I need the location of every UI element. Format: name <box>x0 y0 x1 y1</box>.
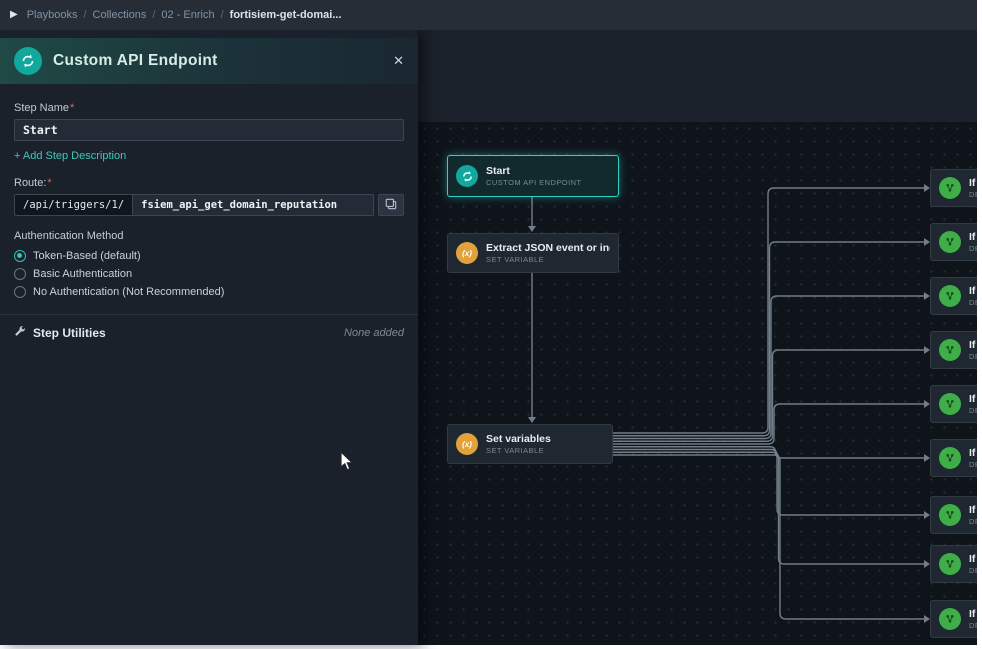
node-subtitle: DE <box>969 517 977 527</box>
node-subtitle: SET VARIABLE <box>486 446 551 456</box>
breadcrumb-link-collections[interactable]: Collections <box>93 9 147 21</box>
playbook-node-if-9[interactable]: IfDE <box>930 600 977 638</box>
node-subtitle: DE <box>969 406 977 416</box>
playbook-node-if-3[interactable]: IfDE <box>930 277 977 315</box>
breadcrumb-link-playbooks[interactable]: Playbooks <box>27 9 78 21</box>
node-subtitle: DE <box>969 190 977 200</box>
node-subtitle: DE <box>969 621 977 631</box>
step-utilities-label: Step Utilities <box>33 326 106 340</box>
playbook-play-icon: ▶ <box>10 10 18 20</box>
node-title: Set variables <box>486 433 551 446</box>
playbook-node-if-5[interactable]: IfDE <box>930 385 977 423</box>
node-title: If <box>969 553 977 566</box>
api-icon <box>456 165 478 187</box>
route-prefix: /api/triggers/1/ <box>15 195 133 215</box>
decision-icon <box>939 393 961 415</box>
step-name-label-text: Step Name <box>14 102 69 114</box>
route-input[interactable] <box>133 195 373 215</box>
variable-icon: (x) <box>456 242 478 264</box>
breadcrumb-link-02-enrich[interactable]: 02 - Enrich <box>161 9 214 21</box>
panel-title: Custom API Endpoint <box>53 52 218 70</box>
breadcrumb-separator: / <box>221 9 224 21</box>
node-title: Extract JSON event or inc... <box>486 242 610 255</box>
node-subtitle: CUSTOM API ENDPOINT <box>486 178 582 188</box>
breadcrumb-separator: / <box>152 9 155 21</box>
node-title: If <box>969 231 977 244</box>
playbook-node-if-8[interactable]: IfDE <box>930 545 977 583</box>
required-marker: * <box>70 102 74 114</box>
app-window: ▶ Playbooks / Collections / 02 - Enrich … <box>0 0 982 649</box>
close-icon[interactable]: ✕ <box>393 53 404 69</box>
radio-button[interactable] <box>14 250 26 262</box>
auth-option-label: Basic Authentication <box>33 268 132 280</box>
radio-button[interactable] <box>14 268 26 280</box>
decision-icon <box>939 608 961 630</box>
playbook-node-if-7[interactable]: IfDE <box>930 496 977 534</box>
panel-header: Custom API Endpoint ✕ <box>0 38 418 84</box>
playbook-node-if-6[interactable]: IfDE <box>930 439 977 477</box>
node-title: If <box>969 447 977 460</box>
add-step-description-link[interactable]: + Add Step Description <box>14 150 126 162</box>
node-subtitle: DE <box>969 298 977 308</box>
playbook-node-extract-json[interactable]: (x) Extract JSON event or inc...SET VARIA… <box>447 233 619 273</box>
playbook-node-if-1[interactable]: IfDE <box>930 169 977 207</box>
auth-option-label: No Authentication (Not Recommended) <box>33 286 224 298</box>
node-title: If <box>969 608 977 621</box>
node-subtitle: SET VARIABLE <box>486 255 610 265</box>
playbook-node-if-2[interactable]: IfDE <box>930 223 977 261</box>
node-subtitle: DE <box>969 460 977 470</box>
node-subtitle: DE <box>969 244 977 254</box>
connector-edges <box>418 30 977 645</box>
decision-icon <box>939 231 961 253</box>
node-title: If <box>969 339 977 352</box>
copy-icon <box>385 198 397 213</box>
playbook-node-if-4[interactable]: IfDE <box>930 331 977 369</box>
node-title: If <box>969 504 977 517</box>
route-row: /api/triggers/1/ <box>14 194 404 216</box>
route-label-text: Route: <box>14 177 46 189</box>
playbook-node-start[interactable]: StartCUSTOM API ENDPOINT <box>447 155 619 197</box>
auth-option-token-based[interactable]: Token-Based (default) <box>14 250 404 262</box>
step-name-label: Step Name* <box>14 102 404 114</box>
node-title: If <box>969 393 977 406</box>
node-subtitle: DE <box>969 566 977 576</box>
required-marker: * <box>47 177 51 189</box>
panel-body: Step Name* + Add Step Description Route:… <box>0 84 418 350</box>
route-label: Route:* <box>14 177 404 189</box>
auth-option-label: Token-Based (default) <box>33 250 141 262</box>
api-endpoint-icon <box>14 47 42 75</box>
playbook-canvas[interactable]: StartCUSTOM API ENDPOINT (x) Extract JSON … <box>418 30 977 645</box>
auth-method-label: Authentication Method <box>14 230 404 242</box>
breadcrumb: Playbooks / Collections / 02 - Enrich / … <box>27 9 342 21</box>
node-title: If <box>969 285 977 298</box>
decision-icon <box>939 553 961 575</box>
step-config-panel: Custom API Endpoint ✕ Step Name* + Add S… <box>0 30 418 645</box>
wrench-icon <box>14 325 26 340</box>
decision-icon <box>939 447 961 469</box>
breadcrumb-separator: / <box>83 9 86 21</box>
auth-option-none[interactable]: No Authentication (Not Recommended) <box>14 286 404 298</box>
step-utilities-value: None added <box>344 327 404 339</box>
decision-icon <box>939 339 961 361</box>
breadcrumb-bar: ▶ Playbooks / Collections / 02 - Enrich … <box>0 0 977 30</box>
decision-icon <box>939 504 961 526</box>
decision-icon <box>939 285 961 307</box>
copy-route-button[interactable] <box>378 194 404 216</box>
node-title: If <box>969 177 977 190</box>
node-title: Start <box>486 165 582 178</box>
node-subtitle: DE <box>969 352 977 362</box>
step-utilities-header: Step Utilities <box>14 325 106 340</box>
variable-icon: (x) <box>456 433 478 455</box>
route-group: /api/triggers/1/ <box>14 194 374 216</box>
breadcrumb-current: fortisiem-get-domai... <box>230 9 342 21</box>
radio-button[interactable] <box>14 286 26 298</box>
decision-icon <box>939 177 961 199</box>
step-utilities-section[interactable]: Step Utilities None added <box>0 314 418 350</box>
step-name-input[interactable] <box>14 119 404 141</box>
auth-option-basic[interactable]: Basic Authentication <box>14 268 404 280</box>
playbook-node-set-variables[interactable]: (x) Set variablesSET VARIABLE <box>447 424 613 464</box>
